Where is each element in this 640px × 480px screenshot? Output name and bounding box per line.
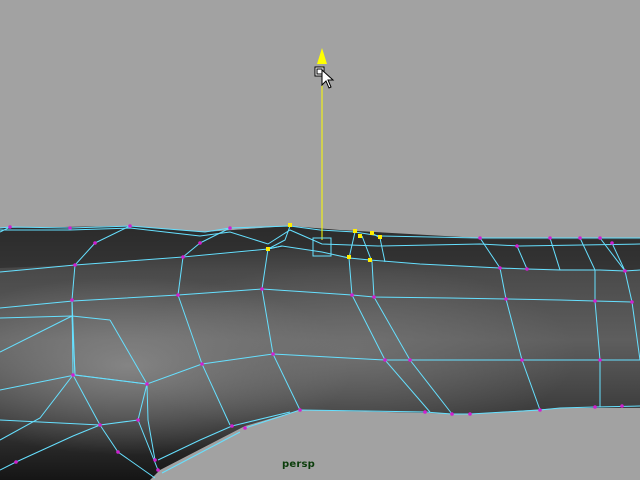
camera-label: persp [282,459,315,470]
polygon-mesh[interactable] [0,226,640,480]
arrow-cursor-icon [314,66,335,89]
scene-canvas[interactable] [0,0,640,480]
persp-viewport[interactable]: persp [0,0,640,480]
